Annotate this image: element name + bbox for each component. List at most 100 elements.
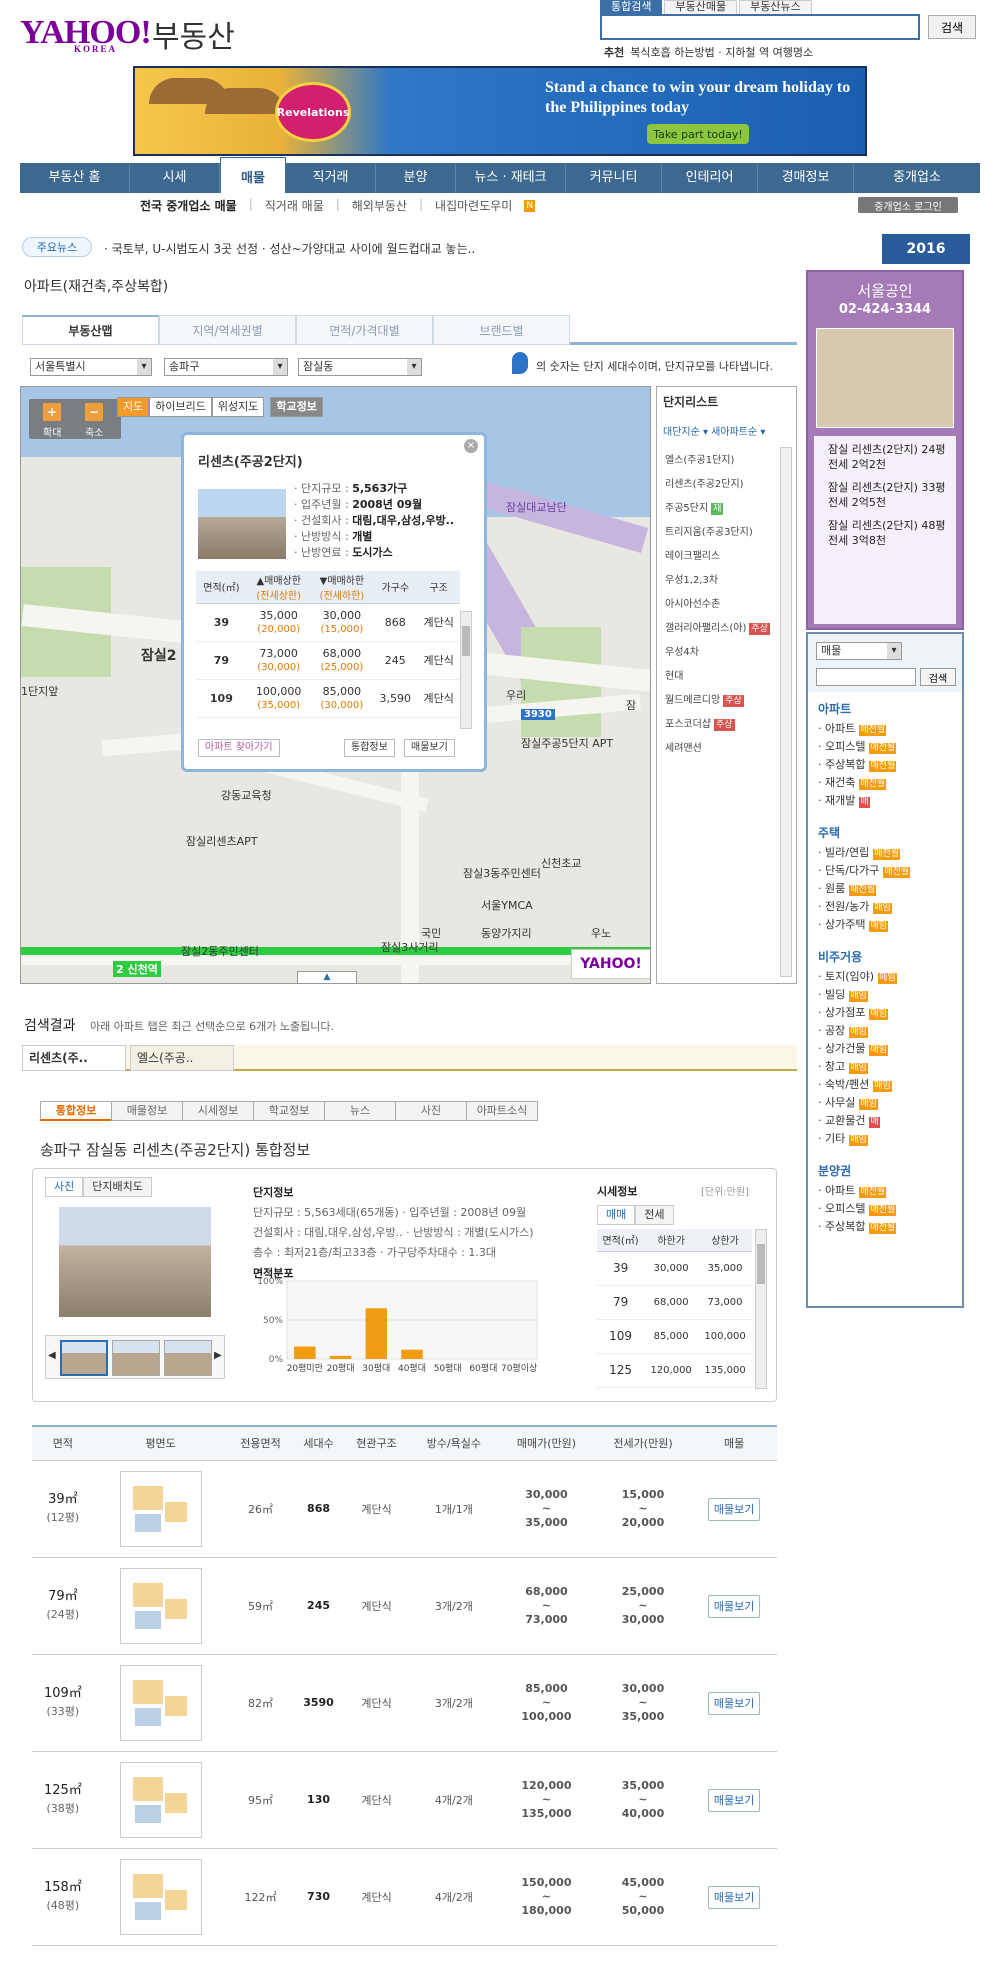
side-category-item[interactable]: · 오피스텔 매전월: [818, 738, 897, 756]
floor-plan-image[interactable]: [119, 1470, 202, 1547]
tab-map[interactable]: 부동산맵: [22, 315, 159, 345]
recent-tab[interactable]: 리센츠(주..: [22, 1045, 126, 1071]
integrated-info-button[interactable]: 통합정보: [344, 739, 395, 757]
subway-station[interactable]: 2 신천역: [113, 961, 161, 977]
tab-area-price[interactable]: 면적/가격대별: [296, 315, 433, 345]
floor-plan-cell[interactable]: [93, 1751, 228, 1849]
tab-price-info[interactable]: 시세정보: [182, 1101, 254, 1121]
subnav-direct[interactable]: 직거래 매물: [265, 197, 324, 217]
unit-count-marker[interactable]: 3930: [521, 709, 555, 720]
school-info-button[interactable]: 학교정보: [270, 397, 323, 417]
side-category-item[interactable]: · 빌라/연립 매전월: [818, 844, 910, 862]
side-search-input[interactable]: [816, 668, 916, 686]
side-category-item[interactable]: · 아파트 매전월: [818, 720, 896, 738]
view-listings-button[interactable]: 매물보기: [707, 1885, 761, 1909]
subnav-helper[interactable]: 내집마련도우미: [435, 197, 512, 217]
maptype-hybrid[interactable]: 하이브리드: [149, 397, 212, 417]
view-listings-button[interactable]: 매물보기: [707, 1691, 761, 1715]
side-category-item[interactable]: · 창고 매임: [818, 1058, 897, 1076]
complex-list-item[interactable]: 트리지움(주공3단지): [665, 521, 770, 545]
floor-plan-cell[interactable]: [93, 1557, 228, 1655]
agent-listing[interactable]: 잠실 리센츠(2단지) 24평 전세 2억2천: [820, 442, 950, 472]
collapse-map-icon[interactable]: ▲: [297, 971, 357, 983]
agent-listing[interactable]: 잠실 리센츠(2단지) 33평 전세 2억5천: [820, 480, 950, 510]
nav-interior[interactable]: 인테리어: [662, 163, 758, 193]
side-category-item[interactable]: · 기타 매임: [818, 1130, 897, 1148]
side-category-item[interactable]: · 주상복합 매전월: [818, 1218, 897, 1236]
tab-region[interactable]: 지역/역세권별: [159, 315, 296, 345]
floor-plan-image[interactable]: [119, 1567, 202, 1644]
search-tab-listings[interactable]: 부동산매물: [664, 0, 738, 14]
side-category-select[interactable]: 매물: [816, 642, 902, 660]
tab-news[interactable]: 뉴스: [324, 1101, 396, 1121]
popup-title[interactable]: 리센츠(주공2단지): [198, 451, 303, 470]
complex-list-item[interactable]: 우성1,2,3차: [665, 569, 770, 593]
thumbnail[interactable]: [60, 1340, 108, 1376]
thumbnail[interactable]: [164, 1340, 212, 1376]
yahoo-logo[interactable]: YAHOO! KOREA: [20, 14, 152, 54]
search-tab-integrated[interactable]: 통합검색: [600, 0, 663, 14]
close-icon[interactable]: ×: [464, 439, 478, 453]
tab-photo[interactable]: 사진: [45, 1177, 84, 1197]
nav-presale[interactable]: 분양: [376, 163, 456, 193]
side-category-item[interactable]: · 토지(임야) 매임: [818, 968, 897, 986]
side-category-item[interactable]: · 주상복합 매전월: [818, 756, 897, 774]
prev-arrow-icon[interactable]: ◀: [48, 1350, 56, 1361]
nav-community[interactable]: 커뮤니티: [566, 163, 662, 193]
floor-plan-image[interactable]: [119, 1664, 202, 1741]
side-category-item[interactable]: · 상가주택 매임: [818, 916, 910, 934]
side-search-button[interactable]: 검색: [920, 668, 956, 686]
nav-listings[interactable]: 매물: [220, 157, 286, 193]
subnav-overseas[interactable]: 해외부동산: [352, 197, 407, 217]
tab-layout[interactable]: 단지배치도: [83, 1177, 152, 1197]
nav-direct[interactable]: 직거래: [286, 163, 376, 193]
agent-login-button[interactable]: 중개업소 로그인: [858, 197, 958, 213]
next-arrow-icon[interactable]: ▶: [214, 1350, 222, 1361]
thumbnail[interactable]: [112, 1340, 160, 1376]
maptype-satellite[interactable]: 위성지도: [211, 397, 265, 417]
dong-select[interactable]: 잠실동: [298, 358, 422, 376]
side-category-item[interactable]: · 아파트 매전월: [818, 1182, 896, 1200]
zoom-out-button[interactable]: −: [85, 403, 103, 421]
year-badge[interactable]: 2016: [882, 234, 970, 264]
side-category-item[interactable]: · 사무실 매임: [818, 1094, 897, 1112]
side-category-item[interactable]: · 상가점포 매임: [818, 1004, 897, 1022]
tab-school-info[interactable]: 학교정보: [253, 1101, 325, 1121]
agent-listing[interactable]: 잠실 리센츠(2단지) 48평 전세 3억8천: [820, 518, 950, 548]
complex-list-item[interactable]: 엘스(주공1단지): [665, 449, 770, 473]
price-scrollbar[interactable]: [755, 1229, 767, 1389]
complex-list-item[interactable]: 갤러리아팰리스(아) 주상: [665, 617, 770, 641]
complex-list-item[interactable]: 아시아선수촌: [665, 593, 770, 617]
side-category-item[interactable]: · 상가건물 매임: [818, 1040, 897, 1058]
side-category-item[interactable]: · 오피스텔 매전월: [818, 1200, 897, 1218]
view-listings-button[interactable]: 매물보기: [707, 1497, 761, 1521]
nav-price[interactable]: 시세: [130, 163, 220, 193]
floor-plan-image[interactable]: [119, 1858, 202, 1935]
rec-links[interactable]: 복식호흡 하는방법 · 지하철 역 여행명소: [630, 46, 813, 59]
side-category-item[interactable]: · 교환물건 매: [818, 1112, 897, 1130]
floor-plan-image[interactable]: [119, 1761, 202, 1838]
nav-auction[interactable]: 경매정보: [758, 163, 854, 193]
side-category-item[interactable]: · 공장 매임: [818, 1022, 897, 1040]
floor-plan-cell[interactable]: [93, 1654, 228, 1752]
tab-integrated-info[interactable]: 통합정보: [40, 1101, 112, 1121]
view-listings-button[interactable]: 매물보기: [707, 1788, 761, 1812]
side-category-item[interactable]: · 빌딩 매임: [818, 986, 897, 1004]
search-input[interactable]: [600, 14, 920, 40]
side-category-item[interactable]: · 원룸 매전월: [818, 880, 910, 898]
find-apartment-button[interactable]: 아파트 찾아가기: [198, 739, 280, 757]
complex-list-item[interactable]: 포스코더샵 주상: [665, 713, 770, 737]
view-listings-button[interactable]: 매물보기: [404, 739, 455, 757]
tab-listing-info[interactable]: 매물정보: [111, 1101, 183, 1121]
complex-list-item[interactable]: 우성4차: [665, 641, 770, 665]
complex-list-item[interactable]: 세려맨션: [665, 737, 770, 761]
complex-list-item[interactable]: 월드메르디앙 주상: [665, 689, 770, 713]
banner-button[interactable]: Take part today!: [647, 124, 749, 144]
sort-options[interactable]: 대단지순 ▾ 새아파트순 ▾: [663, 423, 765, 438]
maptype-map[interactable]: 지도: [117, 397, 150, 417]
tab-apt-news[interactable]: 아파트소식: [466, 1101, 538, 1121]
nav-home[interactable]: 부동산 홈: [20, 163, 130, 193]
gu-select[interactable]: 송파구: [164, 358, 288, 376]
city-select[interactable]: 서울특별시: [30, 358, 152, 376]
complex-list-item[interactable]: 현대: [665, 665, 770, 689]
